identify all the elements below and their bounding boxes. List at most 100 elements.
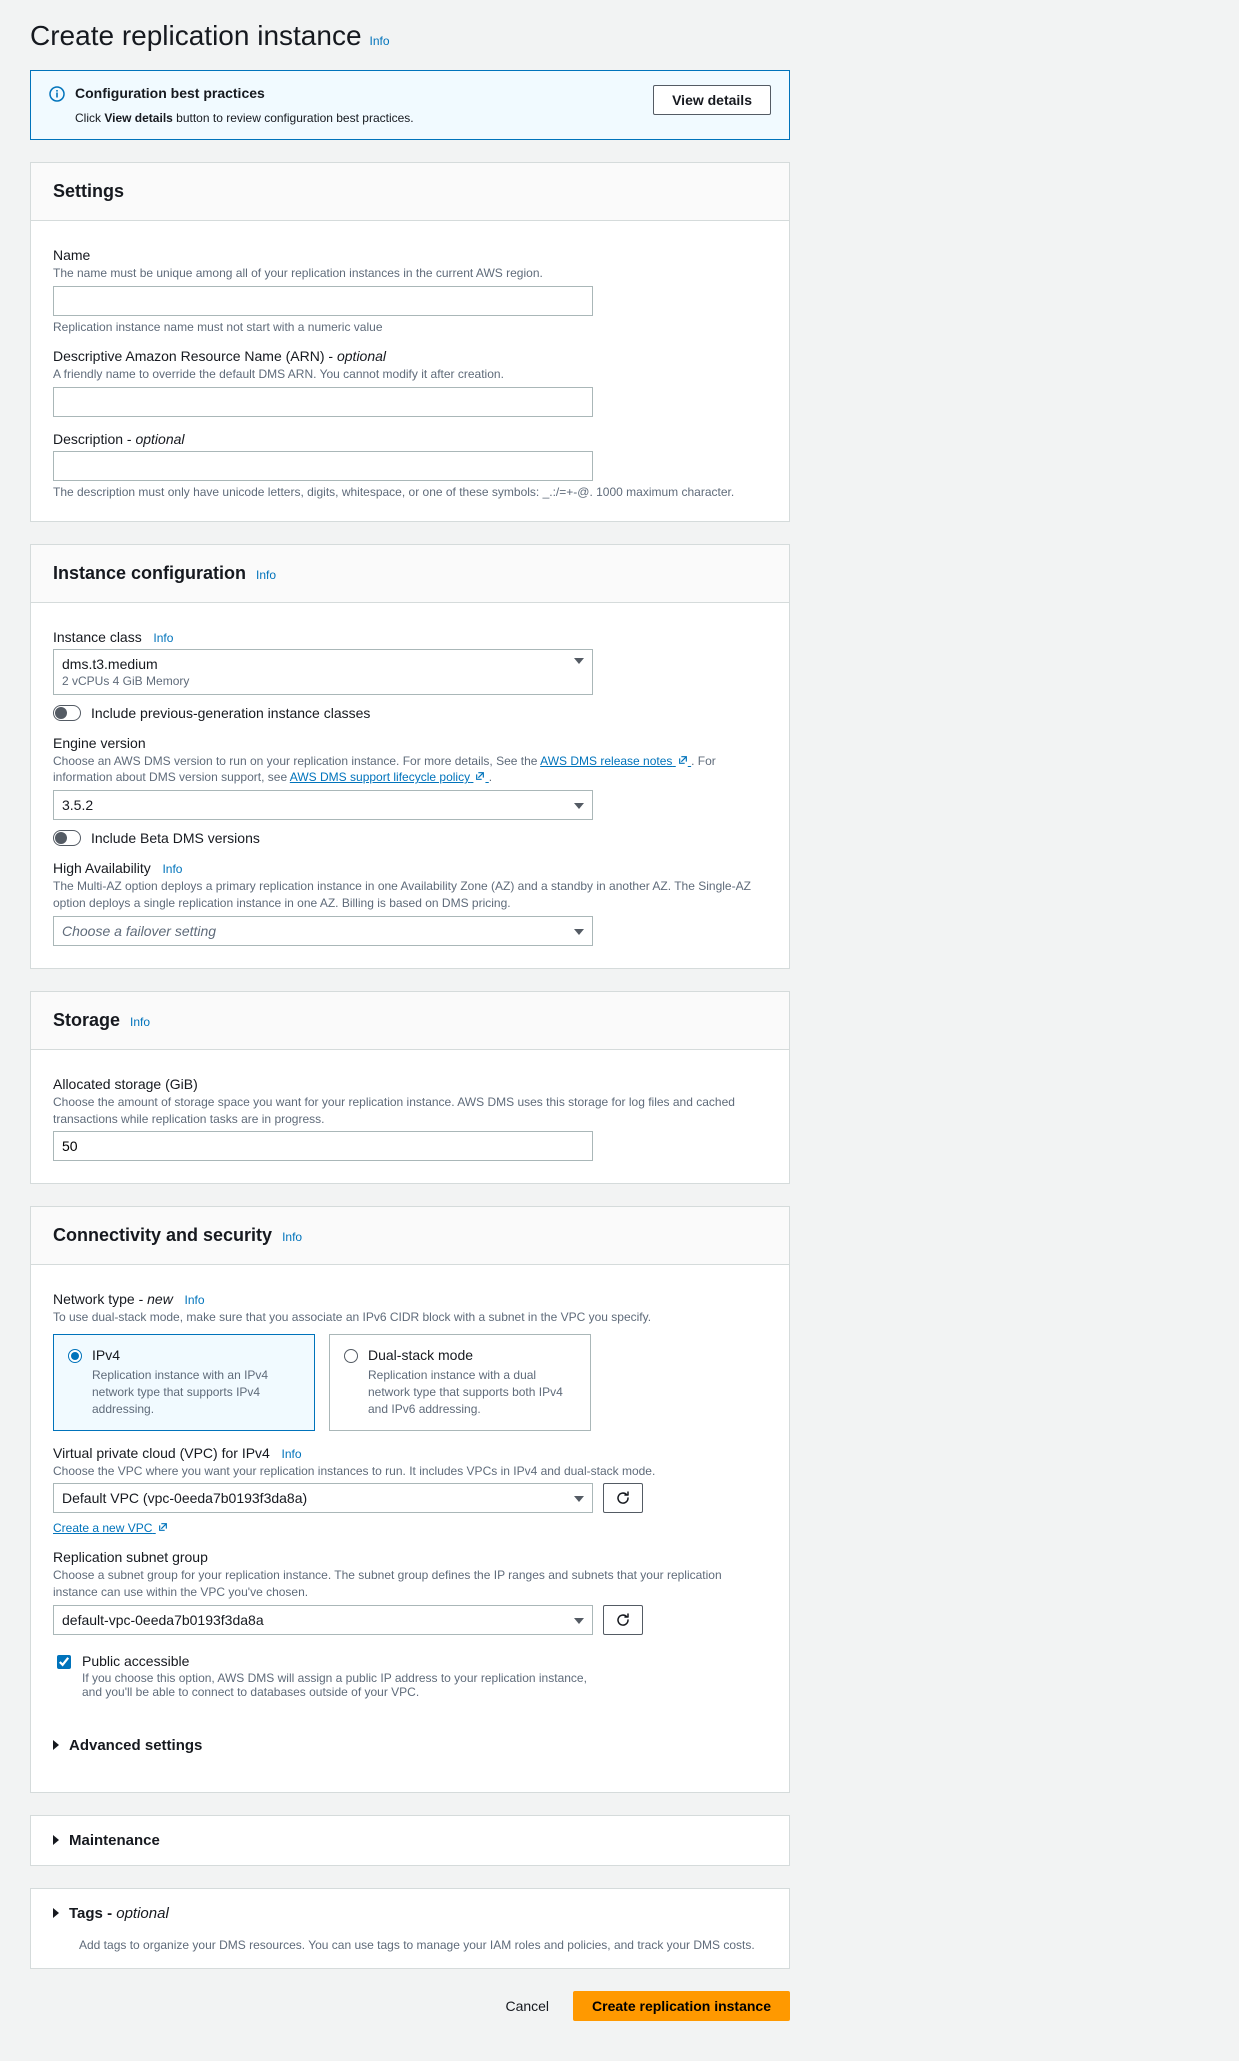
connectivity-card: Connectivity and security Info Network t… [30, 1206, 790, 1793]
public-accessible-label: Public accessible [82, 1653, 602, 1669]
storage-card: Storage Info Allocated storage (GiB) Cho… [30, 991, 790, 1185]
name-desc: The name must be unique among all of you… [53, 265, 767, 282]
public-accessible-checkbox[interactable] [57, 1655, 71, 1669]
dual-desc: Replication instance with a dual network… [368, 1367, 576, 1417]
description-input[interactable] [53, 451, 593, 481]
ha-select[interactable]: Choose a failover setting [53, 916, 593, 946]
vpc-label: Virtual private cloud (VPC) for IPv4 Inf… [53, 1445, 767, 1461]
ha-desc: The Multi-AZ option deploys a primary re… [53, 878, 767, 912]
banner-desc: Click View details button to review conf… [75, 111, 643, 125]
name-help: Replication instance name must not start… [53, 320, 767, 334]
ha-placeholder: Choose a failover setting [62, 923, 216, 939]
network-type-info-link[interactable]: Info [185, 1293, 205, 1307]
engine-version-select[interactable]: 3.5.2 [53, 790, 593, 820]
allocated-storage-desc: Choose the amount of storage space you w… [53, 1094, 767, 1128]
view-details-button[interactable]: View details [653, 85, 771, 115]
vpc-info-link[interactable]: Info [282, 1447, 302, 1461]
chevron-right-icon [53, 1908, 59, 1918]
tags-expander: Tags - optional Add tags to organize you… [30, 1888, 790, 1969]
description-help: The description must only have unicode l… [53, 485, 767, 499]
allocated-storage-label: Allocated storage (GiB) [53, 1076, 767, 1092]
external-link-icon [678, 755, 688, 765]
ipv4-title: IPv4 [92, 1347, 300, 1363]
chevron-down-icon [574, 929, 584, 935]
description-label: Description - optional [53, 431, 767, 447]
ipv4-desc: Replication instance with an IPv4 networ… [92, 1367, 300, 1417]
settings-header: Settings [31, 163, 789, 221]
maintenance-title: Maintenance [69, 1832, 160, 1849]
banner-title: Configuration best practices [75, 85, 643, 101]
engine-version-value: 3.5.2 [62, 797, 93, 813]
advanced-settings-expander[interactable]: Advanced settings [53, 1721, 767, 1770]
tags-header[interactable]: Tags - optional [31, 1889, 789, 1938]
radio-icon [344, 1349, 358, 1363]
storage-info-link[interactable]: Info [130, 1015, 150, 1029]
name-label: Name [53, 247, 767, 263]
instance-config-info-link[interactable]: Info [256, 568, 276, 582]
advanced-settings-title: Advanced settings [69, 1737, 202, 1754]
external-link-icon [475, 771, 485, 781]
refresh-icon [615, 1612, 631, 1628]
network-type-ipv4-tile[interactable]: IPv4 Replication instance with an IPv4 n… [53, 1334, 315, 1430]
vpc-desc: Choose the VPC where you want your repli… [53, 1463, 767, 1480]
chevron-down-icon [574, 803, 584, 809]
ha-info-link[interactable]: Info [162, 862, 182, 876]
vpc-value: Default VPC (vpc-0eeda7b0193f3da8a) [62, 1490, 307, 1506]
create-button[interactable]: Create replication instance [573, 1991, 790, 2021]
subnet-value: default-vpc-0eeda7b0193f3da8a [62, 1612, 264, 1628]
prev-gen-toggle[interactable] [53, 705, 81, 721]
network-type-label: Network type - new Info [53, 1291, 767, 1307]
engine-version-label: Engine version [53, 735, 767, 751]
instance-class-select[interactable]: dms.t3.medium 2 vCPUs 4 GiB Memory [53, 649, 593, 695]
connectivity-header: Connectivity and security Info [31, 1207, 789, 1265]
instance-class-label: Instance class Info [53, 629, 767, 645]
chevron-right-icon [53, 1835, 59, 1845]
best-practices-banner: Configuration best practices Click View … [30, 70, 790, 140]
connectivity-info-link[interactable]: Info [282, 1230, 302, 1244]
allocated-storage-input[interactable] [53, 1131, 593, 1161]
create-vpc-link[interactable]: Create a new VPC [53, 1521, 168, 1535]
network-type-dual-tile[interactable]: Dual-stack mode Replication instance wit… [329, 1334, 591, 1430]
chevron-down-icon [574, 1496, 584, 1502]
tags-desc: Add tags to organize your DMS resources.… [31, 1938, 789, 1968]
public-accessible-desc: If you choose this option, AWS DMS will … [82, 1671, 602, 1699]
chevron-right-icon [53, 1740, 59, 1750]
instance-config-card: Instance configuration Info Instance cla… [30, 544, 790, 969]
radio-icon [68, 1349, 82, 1363]
prev-gen-toggle-label: Include previous-generation instance cla… [91, 705, 370, 721]
chevron-down-icon [574, 1618, 584, 1624]
settings-card: Settings Name The name must be unique am… [30, 162, 790, 522]
subnet-select[interactable]: default-vpc-0eeda7b0193f3da8a [53, 1605, 593, 1635]
storage-header: Storage Info [31, 992, 789, 1050]
subnet-refresh-button[interactable] [603, 1605, 643, 1635]
footer-actions: Cancel Create replication instance [30, 1991, 790, 2021]
arn-input[interactable] [53, 387, 593, 417]
instance-class-sub: 2 vCPUs 4 GiB Memory [62, 674, 189, 688]
vpc-select[interactable]: Default VPC (vpc-0eeda7b0193f3da8a) [53, 1483, 593, 1513]
network-type-desc: To use dual-stack mode, make sure that y… [53, 1309, 767, 1326]
beta-toggle-label: Include Beta DMS versions [91, 830, 260, 846]
name-input[interactable] [53, 286, 593, 316]
cancel-button[interactable]: Cancel [491, 1991, 563, 2021]
arn-desc: A friendly name to override the default … [53, 366, 767, 383]
refresh-icon [615, 1490, 631, 1506]
instance-class-info-link[interactable]: Info [153, 631, 173, 645]
beta-toggle[interactable] [53, 830, 81, 846]
lifecycle-policy-link[interactable]: AWS DMS support lifecycle policy [290, 770, 489, 784]
instance-class-value: dms.t3.medium [62, 656, 189, 672]
info-icon [49, 86, 65, 102]
maintenance-header[interactable]: Maintenance [31, 1816, 789, 1865]
vpc-refresh-button[interactable] [603, 1483, 643, 1513]
external-link-icon [158, 1522, 168, 1532]
page-info-link[interactable]: Info [370, 34, 390, 48]
subnet-label: Replication subnet group [53, 1549, 767, 1565]
chevron-down-icon [574, 658, 584, 664]
arn-label: Descriptive Amazon Resource Name (ARN) -… [53, 348, 767, 364]
engine-version-desc: Choose an AWS DMS version to run on your… [53, 753, 767, 787]
page-title-text: Create replication instance [30, 20, 362, 52]
release-notes-link[interactable]: AWS DMS release notes [540, 754, 691, 768]
instance-config-header: Instance configuration Info [31, 545, 789, 603]
dual-title: Dual-stack mode [368, 1347, 576, 1363]
ha-label: High Availability Info [53, 860, 767, 876]
subnet-desc: Choose a subnet group for your replicati… [53, 1567, 767, 1601]
